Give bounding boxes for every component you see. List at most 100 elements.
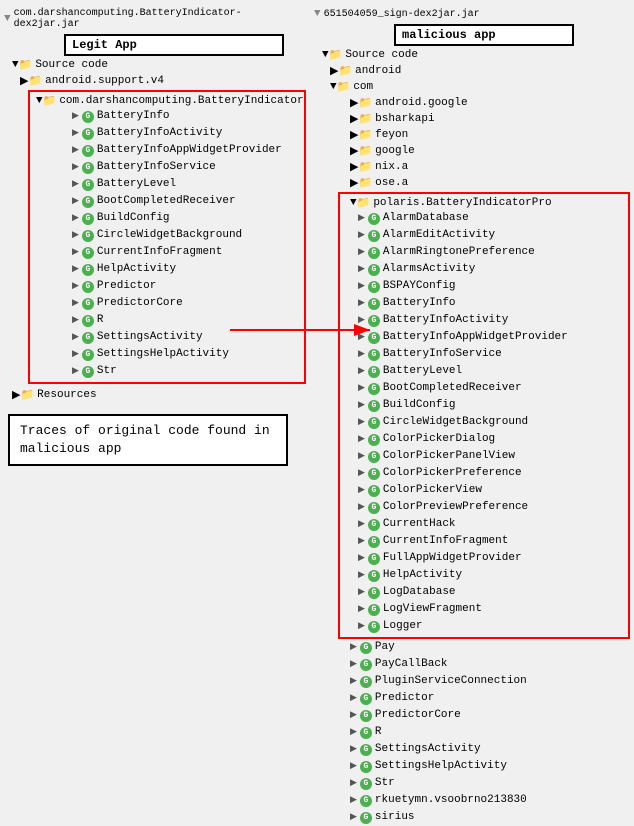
outer-class-item[interactable]: ▶ G Str [314,775,630,792]
right-polaris-folder[interactable]: ▼ 📁 polaris.BatteryIndicatorPro [342,196,626,210]
left-class-item[interactable]: ▶ G HelpActivity [68,261,302,278]
class-label: BootCompletedReceiver [97,194,236,209]
left-class-item[interactable]: ▶ G BatteryInfoActivity [68,125,302,142]
right-polaris-arrow: ▼ [350,197,357,209]
right-android-folder[interactable]: ▶ 📁 android [314,64,630,78]
class-icon: G [368,417,380,429]
class-icon: G [82,111,94,123]
right-subpkg-item[interactable]: ▶ 📁 feyon [314,128,630,142]
class-arrow: ▶ [358,279,365,294]
polaris-class-item[interactable]: ▶ G BatteryInfo [342,295,626,312]
class-arrow: ▶ [72,228,79,243]
polaris-class-item[interactable]: ▶ G CurrentInfoFragment [342,533,626,550]
polaris-class-item[interactable]: ▶ G HelpActivity [342,567,626,584]
class-label: BatteryInfoActivity [383,313,508,328]
outer-class-item[interactable]: ▶ G R [314,724,630,741]
left-class-item[interactable]: ▶ G R [68,312,302,329]
right-subpkg-item[interactable]: ▶ 📁 google [314,144,630,158]
class-label: CurrentHack [383,517,456,532]
class-arrow: ▶ [350,708,357,723]
left-android-folder[interactable]: ▶ 📁 android.support.v4 [4,74,306,88]
malicious-app-label-row: malicious app [314,24,630,46]
polaris-class-item[interactable]: ▶ G AlarmEditActivity [342,227,626,244]
left-com-label: com.darshancomputing.BatteryIndicator [59,95,303,107]
left-com-folder[interactable]: ▼ 📁 com.darshancomputing.BatteryIndicato… [32,94,302,108]
left-class-item[interactable]: ▶ G CurrentInfoFragment [68,244,302,261]
right-subpkg-item[interactable]: ▶ 📁 bsharkapi [314,112,630,126]
polaris-class-item[interactable]: ▶ G ColorPreviewPreference [342,499,626,516]
left-class-item[interactable]: ▶ G BatteryLevel [68,176,302,193]
right-subpkg-item[interactable]: ▶ 📁 android.google [314,96,630,110]
right-source-folder[interactable]: ▼ 📁 Source code [314,48,630,62]
polaris-class-item[interactable]: ▶ G LogViewFragment [342,601,626,618]
outer-class-item[interactable]: ▶ G PluginServiceConnection [314,673,630,690]
left-class-item[interactable]: ▶ G BuildConfig [68,210,302,227]
outer-class-item[interactable]: ▶ G sirius [314,809,630,826]
polaris-class-item[interactable]: ▶ G ColorPickerPreference [342,465,626,482]
left-jar-icon: ▼ [4,13,11,25]
polaris-class-item[interactable]: ▶ G BatteryInfoActivity [342,312,626,329]
polaris-class-item[interactable]: ▶ G BatteryLevel [342,363,626,380]
class-arrow: ▶ [358,398,365,413]
polaris-class-item[interactable]: ▶ G LogDatabase [342,584,626,601]
left-class-item[interactable]: ▶ G Str [68,363,302,380]
class-icon: G [368,536,380,548]
left-class-item[interactable]: ▶ G SettingsActivity [68,329,302,346]
class-icon: G [82,366,94,378]
polaris-class-item[interactable]: ▶ G Logger [342,618,626,635]
polaris-class-item[interactable]: ▶ G BuildConfig [342,397,626,414]
left-android-folder-icon: 📁 [28,74,42,88]
left-class-item[interactable]: ▶ G SettingsHelpActivity [68,346,302,363]
pkg-arrow: ▶ [350,176,358,190]
polaris-class-item[interactable]: ▶ G ColorPickerDialog [342,431,626,448]
pkg-icon: 📁 [358,128,372,142]
left-class-item[interactable]: ▶ G BootCompletedReceiver [68,193,302,210]
left-class-item[interactable]: ▶ G PredictorCore [68,295,302,312]
left-class-item[interactable]: ▶ G BatteryInfoService [68,159,302,176]
class-icon: G [368,485,380,497]
outer-class-item[interactable]: ▶ G Predictor [314,690,630,707]
right-com-folder[interactable]: ▼ 📁 com [314,80,630,94]
left-class-item[interactable]: ▶ G BatteryInfo [68,108,302,125]
class-arrow: ▶ [358,381,365,396]
polaris-class-item[interactable]: ▶ G AlarmsActivity [342,261,626,278]
outer-class-item[interactable]: ▶ G SettingsHelpActivity [314,758,630,775]
class-label: AlarmEditActivity [383,228,495,243]
polaris-class-item[interactable]: ▶ G CircleWidgetBackground [342,414,626,431]
left-class-item[interactable]: ▶ G BatteryInfoAppWidgetProvider [68,142,302,159]
class-icon: G [82,298,94,310]
outer-class-item[interactable]: ▶ G PredictorCore [314,707,630,724]
polaris-class-item[interactable]: ▶ G ColorPickerView [342,482,626,499]
polaris-class-item[interactable]: ▶ G ColorPickerPanelView [342,448,626,465]
polaris-class-item[interactable]: ▶ G FullAppWidgetProvider [342,550,626,567]
class-label: FullAppWidgetProvider [383,551,522,566]
outer-class-item[interactable]: ▶ G SettingsActivity [314,741,630,758]
class-icon: G [82,145,94,157]
polaris-class-item[interactable]: ▶ G BSPAYConfig [342,278,626,295]
outer-class-item[interactable]: ▶ G PayCallBack [314,656,630,673]
left-class-item[interactable]: ▶ G CircleWidgetBackground [68,227,302,244]
right-subpkg-item[interactable]: ▶ 📁 nix.a [314,160,630,174]
left-resources-folder[interactable]: ▶ 📁 Resources [4,388,306,402]
left-source-label: Source code [35,59,108,71]
polaris-class-item[interactable]: ▶ G AlarmRingtonePreference [342,244,626,261]
right-polaris-label: polaris.BatteryIndicatorPro [373,197,551,209]
outer-class-item[interactable]: ▶ G rkuetymn.vsoobrno213830 [314,792,630,809]
class-arrow: ▶ [358,347,365,362]
class-arrow: ▶ [350,640,357,655]
left-class-item[interactable]: ▶ G Predictor [68,278,302,295]
right-subpkg-item[interactable]: ▶ 📁 ose.a [314,176,630,190]
polaris-class-item[interactable]: ▶ G BatteryInfoService [342,346,626,363]
class-arrow: ▶ [350,793,357,808]
outer-class-item[interactable]: ▶ G Pay [314,639,630,656]
class-arrow: ▶ [358,313,365,328]
pkg-icon: 📁 [358,160,372,174]
class-icon: G [360,795,372,807]
polaris-class-item[interactable]: ▶ G BootCompletedReceiver [342,380,626,397]
polaris-class-item[interactable]: ▶ G BatteryInfoAppWidgetProvider [342,329,626,346]
polaris-class-item[interactable]: ▶ G AlarmDatabase [342,210,626,227]
pkg-icon: 📁 [358,176,372,190]
class-label: CurrentInfoFragment [383,534,508,549]
polaris-class-item[interactable]: ▶ G CurrentHack [342,516,626,533]
left-source-folder[interactable]: ▼ 📁 Source code [4,58,306,72]
